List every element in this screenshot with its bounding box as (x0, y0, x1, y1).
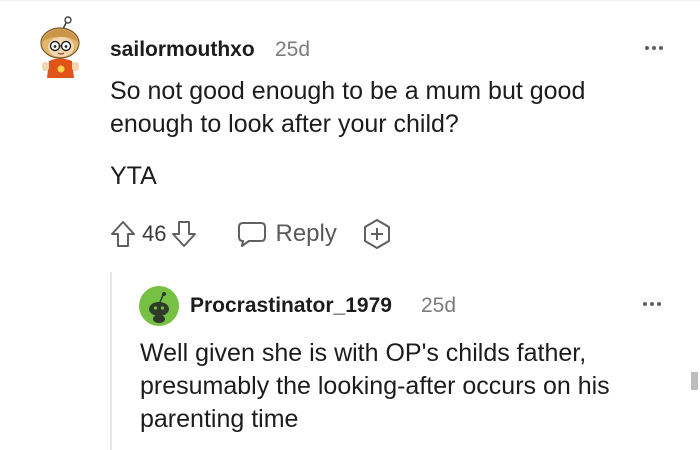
downvote-arrow-icon[interactable] (171, 220, 197, 248)
comment-paragraph: Well given she is with OP's childs fathe… (140, 339, 610, 433)
top-divider (0, 0, 700, 1)
comment-body: Well given she is with OP's childs fathe… (140, 337, 670, 436)
snoo-avatar-icon[interactable] (139, 286, 179, 326)
comment-paragraph: So not good enough to be a mum but good … (110, 77, 586, 138)
award-plus-icon (363, 219, 390, 249)
comment-paragraph: YTA (110, 162, 157, 190)
speech-bubble-icon (238, 222, 267, 247)
reply-button[interactable]: Reply (237, 220, 337, 248)
more-options-button[interactable] (645, 46, 663, 50)
vote-count: 46 (142, 221, 167, 246)
dot-icon (657, 302, 661, 306)
comment-author[interactable]: sailormouthxo (110, 38, 255, 62)
more-options-button[interactable] (643, 302, 661, 306)
award-button[interactable] (361, 218, 393, 250)
thread-line[interactable] (110, 272, 112, 450)
dot-icon (650, 302, 654, 306)
comment-body: So not good enough to be a mum but good … (110, 75, 670, 193)
dot-icon (659, 46, 663, 50)
cartoon-avatar-icon[interactable] (34, 16, 84, 82)
dot-icon (652, 46, 656, 50)
comment-timestamp[interactable]: 25d (421, 294, 456, 318)
reply-label: Reply (275, 220, 337, 247)
comment-timestamp[interactable]: 25d (275, 38, 310, 62)
comment-actions: 46 Reply (110, 214, 393, 254)
scrollbar-thumb[interactable] (691, 372, 698, 390)
comment-author[interactable]: Procrastinator_1979 (190, 294, 392, 318)
dot-icon (643, 302, 647, 306)
upvote-arrow-icon[interactable] (110, 220, 136, 248)
dot-icon (645, 46, 649, 50)
